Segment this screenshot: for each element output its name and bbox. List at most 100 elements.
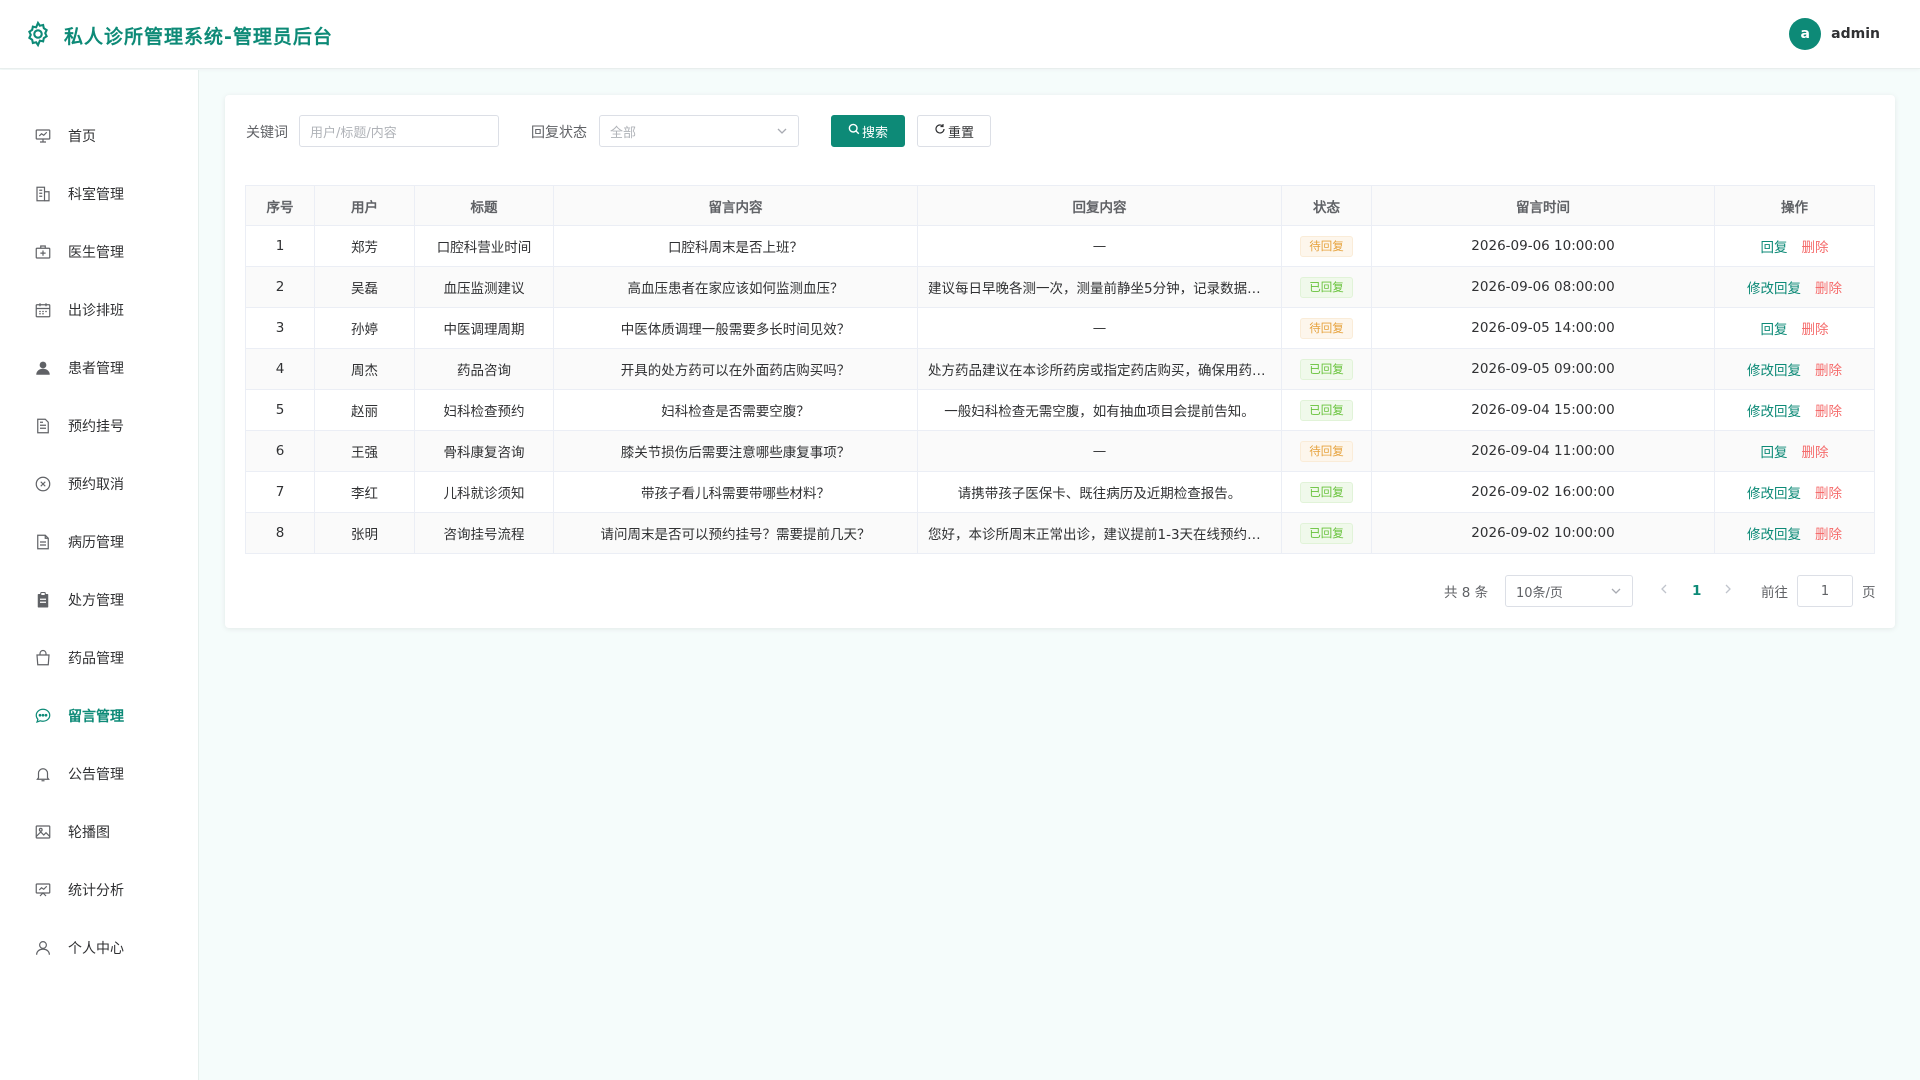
sidebar-item-patients[interactable]: 患者管理 <box>0 348 199 388</box>
document-icon <box>34 417 52 435</box>
cell-reply: — <box>917 430 1282 472</box>
sidebar-item-carousel[interactable]: 轮播图 <box>0 812 199 852</box>
sidebar-item-messages[interactable]: 留言管理 <box>0 696 199 736</box>
edit-reply-button[interactable]: 修改回复 <box>1747 486 1801 502</box>
cell-user: 赵丽 <box>314 389 415 431</box>
column-header: 状态 <box>1281 185 1372 226</box>
cell-content: 请问周末是否可以预约挂号？需要提前几天？ <box>553 512 918 554</box>
presentation-icon <box>34 881 52 899</box>
cell-time: 2026-09-02 16:00:00 <box>1371 471 1715 513</box>
edit-reply-button[interactable]: 修改回复 <box>1747 404 1801 420</box>
user-icon <box>34 939 52 957</box>
sidebar-item-label: 轮播图 <box>68 825 110 841</box>
pagination-total: 共 8 条 <box>1444 585 1489 601</box>
cell-reply: — <box>917 307 1282 349</box>
delete-button[interactable]: 删除 <box>1815 281 1842 297</box>
cell-reply: — <box>917 225 1282 267</box>
edit-reply-button[interactable]: 修改回复 <box>1747 363 1801 379</box>
column-header: 序号 <box>245 185 315 226</box>
sidebar-item-label: 留言管理 <box>68 709 124 725</box>
sidebar-item-medical-records[interactable]: 病历管理 <box>0 522 199 562</box>
sidebar-item-label: 病历管理 <box>68 535 124 551</box>
cell-reply: 请携带孩子医保卡、既往病历及近期检查报告。 <box>917 471 1282 513</box>
cell-actions: 回复 删除 <box>1714 430 1875 472</box>
cell-content: 中医体质调理一般需要多长时间见效？ <box>553 307 918 349</box>
clipboard-icon <box>34 591 52 609</box>
edit-reply-button[interactable]: 修改回复 <box>1747 527 1801 543</box>
sidebar: 首页 科室管理 医生管理 出诊排班 患者管理 预约挂号 预约取消 病历管理 处方… <box>0 70 199 1080</box>
sidebar-item-home[interactable]: 首页 <box>0 116 199 156</box>
user-menu[interactable]: a admin <box>1789 18 1880 50</box>
goto-page-input[interactable]: 1 <box>1797 575 1853 607</box>
next-page-button[interactable] <box>1722 575 1734 607</box>
sidebar-item-prescriptions[interactable]: 处方管理 <box>0 580 199 620</box>
sidebar-item-announcements[interactable]: 公告管理 <box>0 754 199 794</box>
sidebar-item-label: 统计分析 <box>68 883 124 899</box>
sidebar-item-cancellations[interactable]: 预约取消 <box>0 464 199 504</box>
status-badge: 已回复 <box>1300 522 1353 544</box>
cell-title: 骨科康复咨询 <box>414 430 554 472</box>
sidebar-item-appointments[interactable]: 预约挂号 <box>0 406 199 446</box>
reply-button[interactable]: 回复 <box>1761 322 1788 338</box>
sidebar-item-statistics[interactable]: 统计分析 <box>0 870 199 910</box>
cell-status: 待回复 <box>1281 225 1372 267</box>
chevron-down-icon <box>776 125 788 137</box>
sidebar-item-label: 药品管理 <box>68 651 124 667</box>
username[interactable]: admin <box>1831 26 1880 42</box>
cell-content: 妇科检查是否需要空腹？ <box>553 389 918 431</box>
delete-button[interactable]: 删除 <box>1815 404 1842 420</box>
delete-button[interactable]: 删除 <box>1815 486 1842 502</box>
status-badge: 已回复 <box>1300 276 1353 298</box>
sidebar-item-schedule[interactable]: 出诊排班 <box>0 290 199 330</box>
search-button-label: 搜索 <box>861 125 888 141</box>
delete-button[interactable]: 删除 <box>1802 445 1829 461</box>
top-header: 私人诊所管理系统-管理员后台 a admin <box>0 0 1920 69</box>
sidebar-item-label: 科室管理 <box>68 187 124 203</box>
chat-dot-icon <box>34 707 52 725</box>
cell-time: 2026-09-04 15:00:00 <box>1371 389 1715 431</box>
reply-button[interactable]: 回复 <box>1761 445 1788 461</box>
delete-button[interactable]: 删除 <box>1802 240 1829 256</box>
sidebar-item-doctors[interactable]: 医生管理 <box>0 232 199 272</box>
page-suffix: 页 <box>1862 585 1876 601</box>
cell-time: 2026-09-05 14:00:00 <box>1371 307 1715 349</box>
user-filled-icon <box>34 359 52 377</box>
cell-title: 口腔科营业时间 <box>414 225 554 267</box>
page-number-current[interactable]: 1 <box>1692 575 1701 607</box>
table-row: 1 郑芳 口腔科营业时间 口腔科周末是否上班？ — 待回复 2026-09-06… <box>245 225 1875 267</box>
delete-button[interactable]: 删除 <box>1815 527 1842 543</box>
sidebar-item-drugs[interactable]: 药品管理 <box>0 638 199 678</box>
sidebar-item-label: 预约挂号 <box>68 419 124 435</box>
page-size-value: 10条/页 <box>1516 585 1563 601</box>
circle-close-icon <box>34 475 52 493</box>
keyword-input[interactable]: 用户/标题/内容 <box>299 115 499 147</box>
reset-button[interactable]: 重置 <box>917 115 991 147</box>
cell-status: 已回复 <box>1281 389 1372 431</box>
chevron-down-icon <box>1610 585 1622 597</box>
delete-button[interactable]: 删除 <box>1815 363 1842 379</box>
cell-content: 带孩子看儿科需要带哪些材料？ <box>553 471 918 513</box>
status-select[interactable]: 全部 <box>599 115 799 147</box>
monitor-icon <box>34 127 52 145</box>
cell-time: 2026-09-04 11:00:00 <box>1371 430 1715 472</box>
app-title: 私人诊所管理系统-管理员后台 <box>64 26 333 48</box>
page-size-select[interactable]: 10条/页 <box>1505 575 1633 607</box>
cell-actions: 回复 删除 <box>1714 225 1875 267</box>
shopping-bag-icon <box>34 649 52 667</box>
cell-no: 5 <box>245 389 315 431</box>
column-header: 留言时间 <box>1371 185 1715 226</box>
search-icon <box>848 123 860 139</box>
delete-button[interactable]: 删除 <box>1802 322 1829 338</box>
chevron-left-icon <box>1658 583 1670 599</box>
edit-reply-button[interactable]: 修改回复 <box>1747 281 1801 297</box>
avatar[interactable]: a <box>1789 18 1822 50</box>
prev-page-button[interactable] <box>1658 575 1670 607</box>
calendar-icon <box>34 301 52 319</box>
sidebar-item-profile[interactable]: 个人中心 <box>0 928 199 968</box>
reply-button[interactable]: 回复 <box>1761 240 1788 256</box>
sidebar-item-departments[interactable]: 科室管理 <box>0 174 199 214</box>
search-button[interactable]: 搜索 <box>831 115 905 147</box>
sidebar-item-label: 个人中心 <box>68 941 124 957</box>
cell-actions: 回复 删除 <box>1714 307 1875 349</box>
picture-icon <box>34 823 52 841</box>
